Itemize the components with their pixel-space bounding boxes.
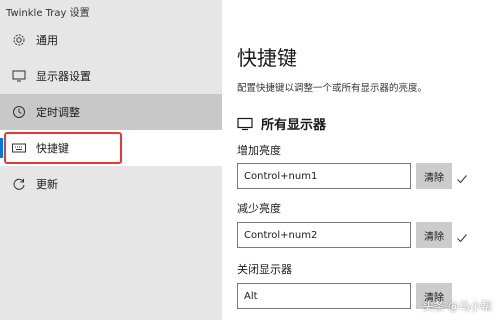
brightness-up-hotkey-input[interactable]: Control+num1 — [237, 163, 411, 189]
section-title: 所有显示器 — [261, 118, 327, 133]
sidebar-item-schedule[interactable]: 定时调整 — [0, 94, 222, 130]
turn-off-display-label: 关闭显示器 — [237, 263, 292, 276]
clear-button[interactable]: 清除 — [416, 222, 452, 248]
watermark: 头条 @马小帮 — [422, 300, 493, 313]
sidebar-item-label: 快捷键 — [36, 142, 69, 155]
sidebar-item-label: 通用 — [36, 34, 58, 47]
sidebar-item-general[interactable]: 通用 — [0, 22, 222, 58]
refresh-icon — [12, 177, 26, 191]
turn-off-display-hotkey-input[interactable]: Alt — [237, 283, 411, 309]
sidebar: Twinkle Tray 设置 通用 显示器设置 定时调整 快捷键 更新 — [0, 0, 222, 320]
keyboard-icon — [12, 141, 26, 155]
sidebar-item-label: 定时调整 — [36, 106, 80, 119]
clock-icon — [12, 105, 26, 119]
check-icon — [456, 170, 468, 184]
settings-window: Twinkle Tray 设置 通用 显示器设置 定时调整 快捷键 更新 快捷键… — [0, 0, 500, 320]
sidebar-item-display-settings[interactable]: 显示器设置 — [0, 58, 222, 94]
gear-icon — [12, 33, 26, 47]
check-icon — [456, 229, 468, 243]
app-title: Twinkle Tray 设置 — [6, 8, 90, 19]
brightness-down-hotkey-input[interactable]: Control+num2 — [237, 222, 411, 248]
section-header: 所有显示器 — [237, 114, 326, 133]
main-content: 快捷键 配置快捷键以调整一个或所有显示器的亮度。 所有显示器 增加亮度 Cont… — [222, 0, 500, 320]
brightness-down-label: 减少亮度 — [237, 202, 281, 215]
page-description: 配置快捷键以调整一个或所有显示器的亮度。 — [237, 83, 428, 94]
brightness-up-label: 增加亮度 — [237, 144, 281, 157]
sidebar-item-label: 更新 — [36, 178, 58, 191]
sidebar-item-label: 显示器设置 — [36, 70, 91, 83]
monitor-icon — [12, 69, 26, 83]
sidebar-item-update[interactable]: 更新 — [0, 166, 222, 202]
monitor-icon — [237, 117, 253, 131]
page-title: 快捷键 — [237, 46, 297, 70]
selection-indicator — [0, 138, 3, 158]
sidebar-item-hotkeys[interactable]: 快捷键 — [0, 130, 222, 166]
clear-button[interactable]: 清除 — [416, 163, 452, 189]
